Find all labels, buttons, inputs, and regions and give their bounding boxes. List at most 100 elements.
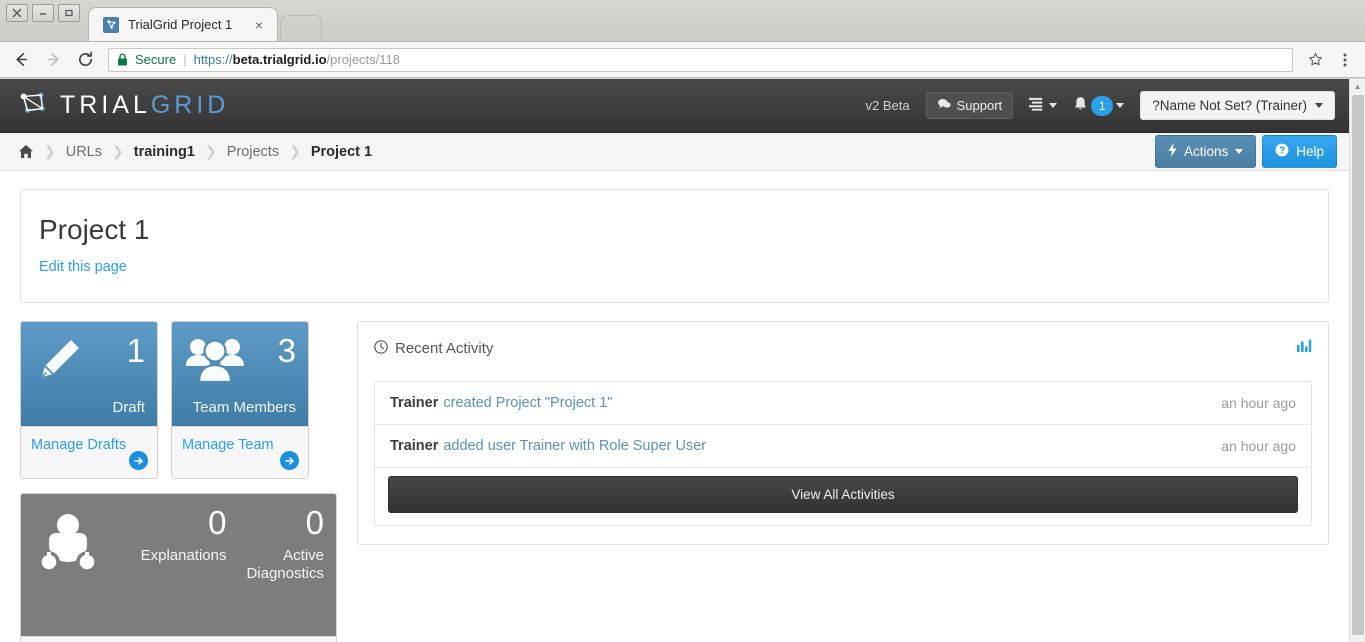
chevron-down-icon xyxy=(1235,149,1244,154)
arrow-right-circle-icon[interactable] xyxy=(129,451,148,471)
activity-actor: Trainer xyxy=(390,438,439,454)
team-stat-footer[interactable]: Manage Team xyxy=(172,426,308,479)
app-logo[interactable]: TRIALGRID xyxy=(18,88,229,123)
url-text: https://beta.trialgrid.io/projects/118 xyxy=(194,52,400,67)
chevron-down-icon xyxy=(1116,103,1125,108)
web-page: TRIALGRID v2 Beta Support 1 ?Name Not Se… xyxy=(0,79,1349,642)
bolt-icon xyxy=(1168,143,1177,160)
draft-stat-footer[interactable]: Manage Drafts xyxy=(21,426,157,479)
breadcrumb-item-projects[interactable]: Projects xyxy=(227,144,279,160)
diagnostics-stat-grid: 0 Explanations 0 Active Diagnostics xyxy=(33,506,324,585)
view-all-activities-button[interactable]: View All Activities xyxy=(388,476,1298,513)
page-viewport: TRIALGRID v2 Beta Support 1 ?Name Not Se… xyxy=(0,79,1365,642)
navbar-right-group: v2 Beta Support 1 ?Name Not Set? (Traine… xyxy=(866,91,1335,120)
activity-text[interactable]: created Project "Project 1" xyxy=(443,395,612,411)
actions-label: Actions xyxy=(1183,144,1229,159)
breadcrumb-item-training1[interactable]: training1 xyxy=(134,144,195,160)
url-bar[interactable]: Secure | https://beta.trialgrid.io/proje… xyxy=(108,47,1293,72)
logo-text: TRIALGRID xyxy=(60,91,229,120)
browser-titlebar: TrialGrid Project 1 × xyxy=(0,0,1365,42)
draft-stat-body: 1 Draft xyxy=(21,322,157,427)
tab-title: TrialGrid Project 1 xyxy=(128,17,233,32)
forward-icon[interactable] xyxy=(40,47,66,73)
people-icon xyxy=(184,334,246,391)
draft-stat-card: 1 Draft Manage Drafts xyxy=(20,321,158,480)
recent-activity-header: Recent Activity xyxy=(374,338,1312,359)
team-stat-body: 3 Team Members xyxy=(172,322,308,427)
explanations-label: Explanations xyxy=(140,547,227,565)
breadcrumb: ❯ URLs ❯ training1 ❯ Projects ❯ Project … xyxy=(18,143,372,160)
tab-strip: TrialGrid Project 1 × xyxy=(88,7,322,41)
svg-text:?: ? xyxy=(1279,146,1285,157)
browser-tab[interactable]: TrialGrid Project 1 × xyxy=(88,7,278,41)
app-navbar: TRIALGRID v2 Beta Support 1 ?Name Not Se… xyxy=(0,79,1349,133)
new-tab-button[interactable] xyxy=(280,15,322,41)
explanations-value: 0 xyxy=(208,504,227,542)
actions-button[interactable]: Actions xyxy=(1154,135,1257,168)
window-maximize-button[interactable] xyxy=(58,4,80,22)
scrollbar-thumb[interactable] xyxy=(1352,95,1364,635)
window-controls xyxy=(6,4,80,22)
browser-toolbar: Secure | https://beta.trialgrid.io/proje… xyxy=(0,42,1365,78)
stethoscope-icon xyxy=(33,506,129,585)
page-content: Project 1 Edit this page 1 Draft Manage … xyxy=(0,171,1349,642)
active-diagnostics-label: Active Diagnostics xyxy=(246,547,324,582)
url-scheme: https:// xyxy=(193,52,233,67)
active-diagnostics-value: 0 xyxy=(305,504,324,542)
trialgrid-graph-icon xyxy=(18,88,48,123)
manage-drafts-link[interactable]: Manage Drafts xyxy=(31,437,126,453)
team-stat-top: 3 xyxy=(184,334,296,391)
browser-window: TrialGrid Project 1 × Secure | https://b… xyxy=(0,0,1365,642)
arrow-right-circle-icon[interactable] xyxy=(280,451,299,471)
breadcrumb-item-project-1: Project 1 xyxy=(310,143,373,160)
page-scrollbar[interactable]: ▲ xyxy=(1349,79,1365,642)
activity-timestamp: an hour ago xyxy=(1221,438,1296,454)
diagnostics-stat-footer[interactable]: Manage Diagnostics xyxy=(21,636,336,642)
stat-card-row: 1 Draft Manage Drafts 3 Team Members Man… xyxy=(20,321,337,480)
url-path: /projects/118 xyxy=(326,52,400,67)
url-separator: | xyxy=(183,52,187,67)
lock-icon xyxy=(117,53,128,66)
bar-chart-icon[interactable] xyxy=(1296,338,1312,359)
edit-this-page-link[interactable]: Edit this page xyxy=(39,259,127,275)
breadcrumb-item-urls[interactable]: URLs xyxy=(66,144,102,160)
window-close-button[interactable] xyxy=(6,4,28,22)
tasks-list-icon xyxy=(1029,97,1046,114)
draft-stat-value: 1 xyxy=(126,332,145,369)
recent-activity-title: Recent Activity xyxy=(395,340,494,357)
scroll-up-arrow-icon[interactable]: ▲ xyxy=(1350,79,1365,93)
browser-menu-icon[interactable] xyxy=(1333,48,1357,72)
breadcrumb-separator: ❯ xyxy=(44,143,56,159)
help-label: Help xyxy=(1296,144,1324,159)
support-label: Support xyxy=(956,98,1003,113)
window-minimize-button[interactable] xyxy=(32,4,54,22)
breadcrumb-actions: Actions ? Help xyxy=(1154,135,1337,168)
diagnostics-stat-card: 0 Explanations 0 Active Diagnostics xyxy=(20,493,337,642)
table-row[interactable]: Trainer created Project "Project 1" an h… xyxy=(375,382,1311,425)
diagnostics-stat-body: 0 Explanations 0 Active Diagnostics xyxy=(21,494,336,637)
logo-primary: TRIAL xyxy=(60,91,151,119)
recent-activity-panel: Recent Activity Trainer created Project … xyxy=(357,321,1329,545)
back-icon[interactable] xyxy=(8,47,34,73)
activity-text[interactable]: added user Trainer with Role Super User xyxy=(443,438,706,454)
help-button[interactable]: ? Help xyxy=(1262,135,1337,168)
activity-timestamp: an hour ago xyxy=(1221,395,1296,411)
home-icon[interactable] xyxy=(18,144,34,159)
stats-column: 1 Draft Manage Drafts 3 Team Members Man… xyxy=(20,321,337,642)
reload-icon[interactable] xyxy=(72,47,98,73)
notification-badge: 1 xyxy=(1091,95,1114,116)
table-row[interactable]: Trainer added user Trainer with Role Sup… xyxy=(375,425,1311,468)
content-columns: 1 Draft Manage Drafts 3 Team Members Man… xyxy=(20,321,1329,642)
clock-icon xyxy=(374,339,388,358)
bookmark-star-icon[interactable] xyxy=(1303,48,1327,72)
notifications-button[interactable]: 1 xyxy=(1073,95,1125,116)
tab-close-icon[interactable]: × xyxy=(253,17,265,33)
activity-list: Trainer created Project "Project 1" an h… xyxy=(374,381,1312,526)
version-label: v2 Beta xyxy=(865,98,910,113)
activity-column: Recent Activity Trainer created Project … xyxy=(357,321,1329,545)
user-menu-button[interactable]: ?Name Not Set? (Trainer) xyxy=(1140,91,1335,120)
breadcrumb-separator: ❯ xyxy=(204,143,217,159)
support-button[interactable]: Support xyxy=(925,92,1014,119)
manage-team-link[interactable]: Manage Team xyxy=(182,437,274,453)
tasks-menu-button[interactable] xyxy=(1029,97,1058,114)
